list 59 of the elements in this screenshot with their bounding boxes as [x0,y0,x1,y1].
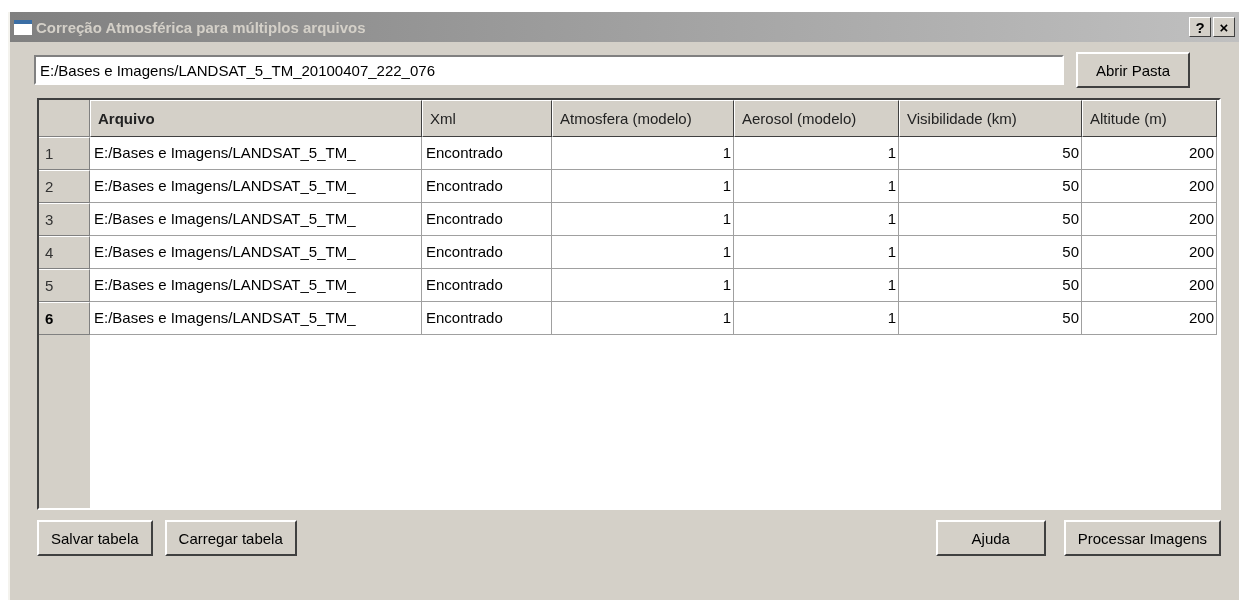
table-cell: E:/Bases e Imagens/LANDSAT_5_TM_ [90,302,422,335]
table-cell: Encontrado [422,302,552,335]
table-cell: 50 [899,137,1082,170]
table-cell: Encontrado [422,236,552,269]
table-cell: 50 [899,203,1082,236]
path-field[interactable]: E:/Bases e Imagens/LANDSAT_5_TM_20100407_222_076 [34,55,1064,85]
table-cell: 1 [552,236,734,269]
column-header[interactable]: Xml [422,100,552,137]
table-cell: 1 [552,170,734,203]
help-button[interactable]: ? [1189,17,1211,37]
column-header[interactable]: Arquivo [90,100,422,137]
table-cell: E:/Bases e Imagens/LANDSAT_5_TM_ [90,170,422,203]
table-cell: 1 [734,170,899,203]
column-header[interactable]: Visibilidade (km) [899,100,1082,137]
open-folder-button[interactable]: Abrir Pasta [1076,52,1190,88]
table-cell: 1 [734,203,899,236]
table-cell: 200 [1082,269,1217,302]
table-cell: 200 [1082,236,1217,269]
table-cell: 50 [899,269,1082,302]
table-cell: E:/Bases e Imagens/LANDSAT_5_TM_ [90,269,422,302]
process-images-button[interactable]: Processar Imagens [1063,520,1221,556]
row-header[interactable]: 5 [39,269,90,302]
table-cell: 200 [1082,170,1217,203]
help-text-button[interactable]: Ajuda [935,520,1046,556]
load-table-button[interactable]: Carregar tabela [164,520,297,556]
column-header[interactable]: Atmosfera (modelo) [552,100,734,137]
table-cell: 1 [734,236,899,269]
row-header[interactable]: 1 [39,137,90,170]
table-cell: 1 [734,302,899,335]
column-header[interactable]: Aerosol (modelo) [734,100,899,137]
table-cell: 1 [552,269,734,302]
corner-header [39,100,90,137]
table-cell: E:/Bases e Imagens/LANDSAT_5_TM_ [90,203,422,236]
table-cell: 1 [552,203,734,236]
row-header[interactable]: 6 [39,302,90,335]
table-cell: 1 [734,137,899,170]
table-cell: 200 [1082,137,1217,170]
table-cell: Encontrado [422,203,552,236]
table-cell: 1 [552,137,734,170]
table-cell: Encontrado [422,170,552,203]
table-cell: 50 [899,236,1082,269]
table-cell: 200 [1082,302,1217,335]
table-cell: Encontrado [422,269,552,302]
row-header[interactable]: 3 [39,203,90,236]
close-button[interactable]: × [1213,17,1235,37]
table-cell: E:/Bases e Imagens/LANDSAT_5_TM_ [90,137,422,170]
save-table-button[interactable]: Salvar tabela [37,520,153,556]
table-cell: 50 [899,302,1082,335]
table-cell: 1 [552,302,734,335]
table-cell: 200 [1082,203,1217,236]
table-cell: 1 [734,269,899,302]
row-header[interactable]: 4 [39,236,90,269]
window-icon [14,19,32,35]
row-header[interactable]: 2 [39,170,90,203]
window-title: Correção Atmosférica para múltiplos arquivos [36,18,367,36]
table-cell: 50 [899,170,1082,203]
column-header[interactable]: Altitude (m) [1082,100,1217,137]
table-cell: Encontrado [422,137,552,170]
table-cell: E:/Bases e Imagens/LANDSAT_5_TM_ [90,236,422,269]
